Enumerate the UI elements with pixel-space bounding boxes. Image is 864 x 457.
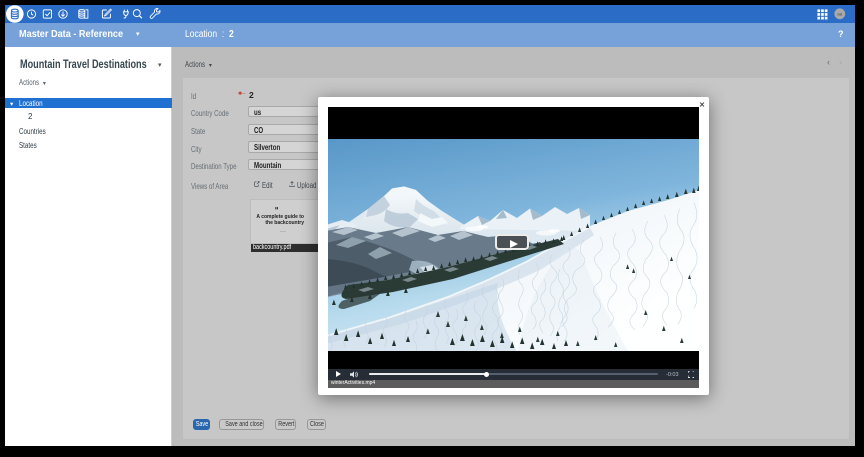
svg-text:aa: aa — [837, 12, 843, 17]
